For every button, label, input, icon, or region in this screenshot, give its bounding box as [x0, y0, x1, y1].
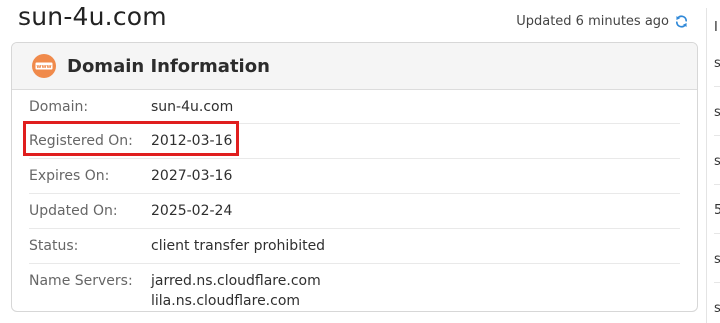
- side-divider-line: [714, 282, 720, 283]
- whois-page: sun-4u.com Updated 6 minutes ago www Dom…: [0, 0, 720, 323]
- side-list-item[interactable]: s: [714, 252, 720, 267]
- info-row-name-servers: Name Servers: jarred.ns.cloudflare.com l…: [29, 264, 680, 311]
- info-row-registered: Registered On: 2012-03-16: [29, 124, 680, 159]
- domain-info-list: Domain: sun-4u.com Registered On: 2012-0…: [12, 90, 697, 311]
- side-list-item[interactable]: s: [714, 105, 720, 120]
- card-header: www Domain Information: [12, 43, 697, 90]
- registered-label: Registered On:: [29, 133, 133, 149]
- status-value: client transfer prohibited: [151, 238, 326, 254]
- expires-label: Expires On:: [29, 168, 110, 184]
- registered-value: 2012-03-16: [151, 133, 233, 149]
- side-divider-line: [714, 135, 720, 136]
- status-label: Status:: [29, 238, 79, 254]
- domain-label: Domain:: [29, 98, 89, 115]
- name-servers-value: jarred.ns.cloudflare.com lila.ns.cloudfl…: [151, 271, 321, 311]
- side-divider-line: [714, 86, 720, 87]
- side-list-item[interactable]: s: [714, 56, 720, 71]
- updated-status: Updated 6 minutes ago: [516, 14, 689, 29]
- name-server-item: lila.ns.cloudflare.com: [151, 293, 301, 309]
- info-row-domain: Domain: sun-4u.com: [29, 90, 680, 124]
- domain-information-card: www Domain Information Domain: sun-4u.co…: [11, 42, 698, 312]
- side-list-item[interactable]: s: [714, 154, 720, 169]
- refresh-icon[interactable]: [674, 14, 689, 29]
- side-divider-line: [714, 184, 720, 185]
- page-title: sun-4u.com: [18, 2, 167, 31]
- info-row-expires: Expires On: 2027-03-16: [29, 159, 680, 194]
- side-list-item[interactable]: s: [714, 301, 720, 316]
- side-panel: I s s s 5 s s: [714, 0, 720, 323]
- domain-value: sun-4u.com: [151, 98, 234, 115]
- info-row-status: Status: client transfer prohibited: [29, 229, 680, 264]
- svg-text:www: www: [36, 64, 51, 70]
- info-row-updated: Updated On: 2025-02-24: [29, 194, 680, 229]
- name-server-item: jarred.ns.cloudflare.com: [151, 273, 321, 289]
- updated-label: Updated On:: [29, 203, 118, 219]
- www-icon: www: [31, 53, 57, 79]
- side-list-item[interactable]: 5: [714, 203, 720, 218]
- expires-value: 2027-03-16: [151, 168, 233, 184]
- side-panel-heading: I: [714, 20, 718, 35]
- side-divider: [706, 8, 707, 323]
- card-title: Domain Information: [67, 55, 270, 77]
- side-divider-line: [714, 233, 720, 234]
- updated-value: 2025-02-24: [151, 203, 233, 219]
- updated-text: Updated 6 minutes ago: [516, 14, 669, 29]
- name-servers-label: Name Servers:: [29, 273, 133, 289]
